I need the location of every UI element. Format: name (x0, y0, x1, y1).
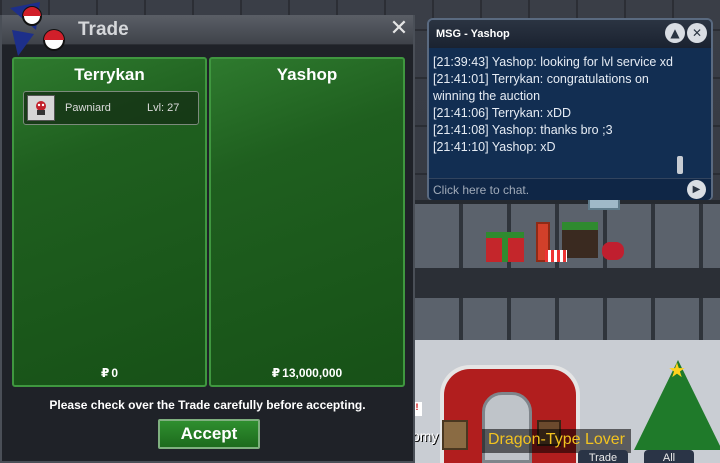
tab-all[interactable]: All (644, 450, 694, 463)
trade-offer-panel-right: Yashop ₽13,000,000 (209, 57, 405, 387)
send-icon[interactable]: ▶ (687, 180, 706, 199)
star-icon: ★ (668, 358, 686, 382)
pokedollar-icon: ₽ (100, 366, 110, 380)
close-icon[interactable]: ✕ (388, 18, 410, 40)
chat-input[interactable]: Click here to chat. ▶ (429, 178, 711, 200)
close-icon[interactable]: ✕ (687, 23, 707, 43)
chat-window: MSG - Yashop ▲ ✕ [21:39:43] Yashop: look… (427, 18, 713, 200)
ornament-icon (602, 242, 624, 260)
chat-message: [21:41:01] Terrykan: congratulations on … (433, 72, 649, 103)
crate-icon (442, 420, 468, 450)
pokemon-level: Lvl: 27 (147, 102, 180, 114)
money-offer: ₽0 (14, 366, 205, 380)
accept-button[interactable]: Accept (158, 419, 260, 449)
chat-input-placeholder: Click here to chat. (433, 183, 530, 197)
gift-box-icon (486, 232, 524, 262)
chat-title: MSG - Yashop (436, 28, 510, 40)
player-name-partial: omy (412, 428, 439, 444)
trade-offer-panel-left: Terrykan Pawniard Lvl: 27 ₽0 (12, 57, 207, 387)
trade-warning-text: Please check over the Trade carefully be… (49, 398, 366, 412)
money-amount: 0 (111, 366, 119, 380)
chat-message: [21:41:08] Yashop: thanks bro ;3 (433, 123, 613, 137)
chat-message: [21:39:43] Yashop: looking for lvl servi… (433, 55, 673, 69)
pokemon-name: Pawniard (65, 102, 111, 114)
chat-message: [21:41:10] Yashop: xD (433, 140, 556, 154)
candy-cane-icon (545, 250, 567, 262)
trade-window: Trade ✕ Terrykan Pawniard Lvl: 27 ₽0 Yas… (0, 2, 415, 463)
chat-channel-tabs: Trade All (578, 450, 710, 463)
player-name: Yashop (276, 65, 338, 84)
room-floor-shadow (415, 268, 720, 298)
money-amount: 13,000,000 (282, 366, 343, 380)
minimize-icon[interactable]: ▲ (665, 23, 685, 43)
pokeball-logo-icon (10, 2, 65, 56)
cake-icon (562, 222, 598, 258)
pokemon-sprite-icon (27, 95, 55, 121)
player-name: Terrykan (74, 65, 145, 84)
tab-trade[interactable]: Trade (578, 450, 628, 463)
pokemon-slot[interactable]: Pawniard Lvl: 27 (23, 91, 199, 125)
chat-scrollbar[interactable] (677, 156, 683, 174)
chat-log[interactable]: [21:39:43] Yashop: looking for lvl servi… (433, 54, 689, 174)
chat-titlebar[interactable]: MSG - Yashop ▲ ✕ (429, 20, 711, 48)
chat-message: [21:41:06] Terrykan: xDD (433, 106, 572, 120)
money-offer: ₽13,000,000 (211, 366, 403, 380)
trade-title: Trade (78, 19, 129, 40)
pokedollar-icon: ₽ (271, 366, 281, 380)
